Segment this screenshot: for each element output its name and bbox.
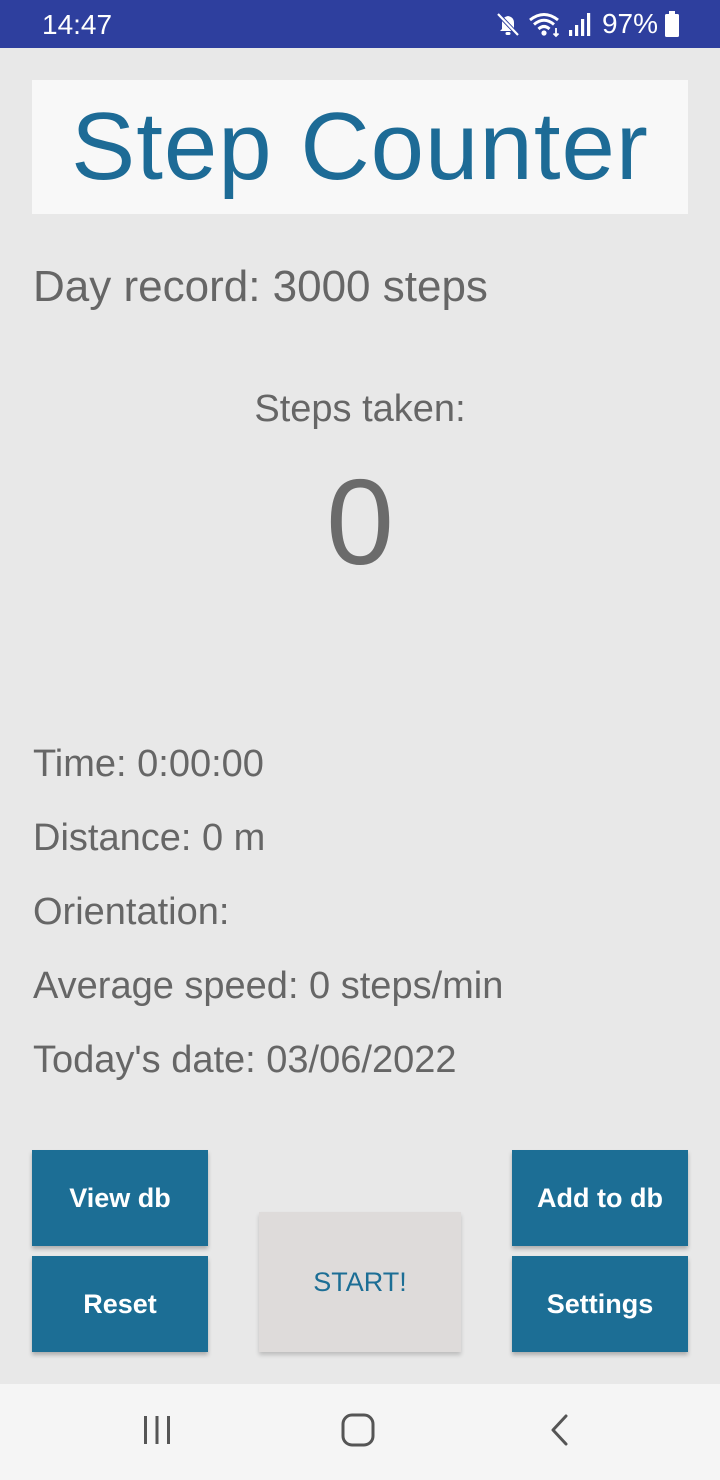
wifi-icon [528, 10, 562, 38]
recent-apps-icon [141, 1414, 173, 1451]
navigation-bar [0, 1384, 720, 1480]
app-title: Step Counter [71, 93, 649, 200]
orientation-info: Orientation: [33, 891, 230, 933]
reset-button[interactable]: Reset [32, 1256, 208, 1352]
average-speed-info: Average speed: 0 steps/min [33, 965, 504, 1007]
battery-icon [664, 10, 680, 38]
home-button[interactable] [298, 1384, 418, 1480]
add-to-db-button[interactable]: Add to db [512, 1150, 688, 1246]
battery-percentage: 97% [601, 8, 658, 39]
title-card: Step Counter [32, 80, 688, 214]
back-icon [548, 1412, 572, 1453]
screen: 14:47 97% Step Counter Day record: 3000 … [0, 0, 720, 1480]
back-button[interactable] [500, 1384, 620, 1480]
home-icon [340, 1412, 376, 1453]
status-bar: 14:47 97% [0, 0, 720, 48]
steps-label: Steps taken: [254, 388, 466, 430]
date-info: Today's date: 03/06/2022 [33, 1039, 457, 1081]
view-db-button[interactable]: View db [32, 1150, 208, 1246]
start-button[interactable]: START! [259, 1212, 461, 1352]
signal-icon [568, 10, 594, 38]
status-icons: 97% [494, 8, 680, 40]
day-record: Day record: 3000 steps [33, 262, 488, 311]
time-info: Time: 0:00:00 [33, 743, 264, 785]
mute-icon [494, 10, 522, 38]
recent-apps-button[interactable] [97, 1384, 217, 1480]
steps-count: 0 [326, 454, 394, 590]
settings-button[interactable]: Settings [512, 1256, 688, 1352]
status-time: 14:47 [42, 9, 113, 40]
distance-info: Distance: 0 m [33, 817, 266, 859]
